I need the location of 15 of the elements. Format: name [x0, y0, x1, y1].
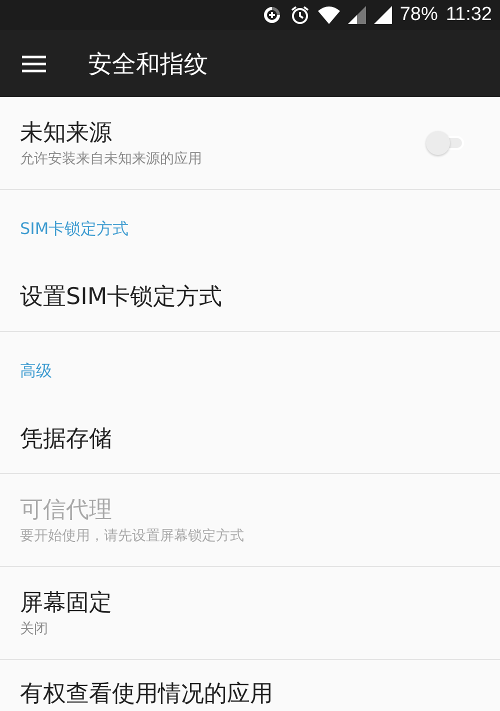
- settings-item[interactable]: 屏幕固定 关闭: [0, 567, 500, 660]
- section-header: 高级: [20, 361, 52, 382]
- toolbar-title: 安全和指纹: [88, 48, 208, 80]
- wifi-icon: [318, 6, 340, 24]
- clock-time: 11:32: [446, 4, 492, 26]
- data-saver-icon: [262, 5, 282, 25]
- settings-item[interactable]: 设置SIM卡锁定方式: [0, 263, 500, 332]
- battery-level: 78%: [400, 4, 438, 26]
- signal-icon: [374, 6, 392, 24]
- section-header: SIM卡锁定方式: [20, 219, 129, 240]
- settings-item[interactable]: 未知来源 允许安装来自未知来源的应用: [0, 97, 500, 190]
- alarm-icon: [290, 5, 310, 25]
- settings-item[interactable]: 凭据存储: [0, 405, 500, 474]
- settings-item[interactable]: 有权查看使用情况的应用: [0, 660, 500, 711]
- signal-icon: [348, 6, 366, 24]
